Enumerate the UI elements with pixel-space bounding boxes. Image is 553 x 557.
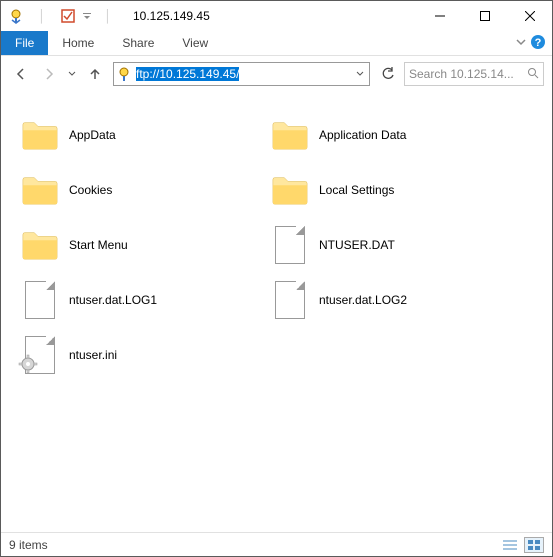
item-label: Local Settings [319,183,394,197]
address-dropdown-icon[interactable] [351,70,369,78]
minimize-button[interactable] [417,1,462,31]
window-controls [417,1,552,31]
item-label: ntuser.dat.LOG2 [319,293,407,307]
folder-icon [21,228,59,262]
expand-ribbon-icon[interactable] [516,36,526,50]
location-icon [114,66,134,82]
folder-icon [271,173,309,207]
address-text[interactable]: ftp://10.125.149.45/ [134,66,351,82]
folder-icon [21,118,59,152]
refresh-button[interactable] [376,62,400,86]
qat-dropdown-icon[interactable] [81,5,93,27]
svg-text:?: ? [535,37,542,49]
file-list: AppData Application Data Cookies Local Sett… [1,92,552,532]
search-placeholder: Search 10.125.14... [409,67,514,81]
list-item[interactable]: Application Data [271,112,521,157]
share-tab[interactable]: Share [108,31,168,55]
list-item[interactable]: AppData [21,112,271,157]
list-item[interactable]: ntuser.ini [21,332,271,377]
qat: │ │ [1,5,125,27]
separator: │ [31,5,53,27]
item-label: Start Menu [69,238,128,252]
maximize-button[interactable] [462,1,507,31]
item-label: ntuser.ini [69,348,117,362]
back-button[interactable] [9,62,33,86]
ribbon-tabs: File Home Share View ? [1,31,552,56]
list-item[interactable]: Start Menu [21,222,271,267]
file-icon [275,281,305,319]
item-label: Cookies [69,183,112,197]
ini-file-icon [25,336,55,374]
app-icon [5,5,27,27]
file-tab[interactable]: File [1,31,48,55]
list-item[interactable]: NTUSER.DAT [271,222,521,267]
file-icon [275,226,305,264]
item-label: AppData [69,128,116,142]
search-box[interactable]: Search 10.125.14... [404,62,544,86]
address-bar[interactable]: ftp://10.125.149.45/ [113,62,370,86]
status-bar: 9 items [1,532,552,556]
view-details-button[interactable] [500,537,520,553]
folder-icon [21,173,59,207]
window-title: 10.125.149.45 [133,9,417,23]
item-count: 9 items [9,538,48,552]
close-button[interactable] [507,1,552,31]
titlebar: │ │ 10.125.149.45 [1,1,552,31]
view-tiles-button[interactable] [524,537,544,553]
help-icon[interactable]: ? [530,34,546,53]
list-item[interactable]: Cookies [21,167,271,212]
recent-locations-button[interactable] [65,62,79,86]
up-button[interactable] [83,62,107,86]
view-tab[interactable]: View [168,31,222,55]
item-label: NTUSER.DAT [319,238,395,252]
file-icon [25,281,55,319]
separator: │ [97,5,119,27]
list-item[interactable]: ntuser.dat.LOG1 [21,277,271,322]
search-icon [527,67,539,82]
list-item[interactable]: Local Settings [271,167,521,212]
forward-button[interactable] [37,62,61,86]
folder-icon [271,118,309,152]
list-item[interactable]: ntuser.dat.LOG2 [271,277,521,322]
home-tab[interactable]: Home [48,31,108,55]
item-label: Application Data [319,128,406,142]
nav-toolbar: ftp://10.125.149.45/ Search 10.125.14... [1,56,552,92]
properties-icon[interactable] [57,5,79,27]
item-label: ntuser.dat.LOG1 [69,293,157,307]
